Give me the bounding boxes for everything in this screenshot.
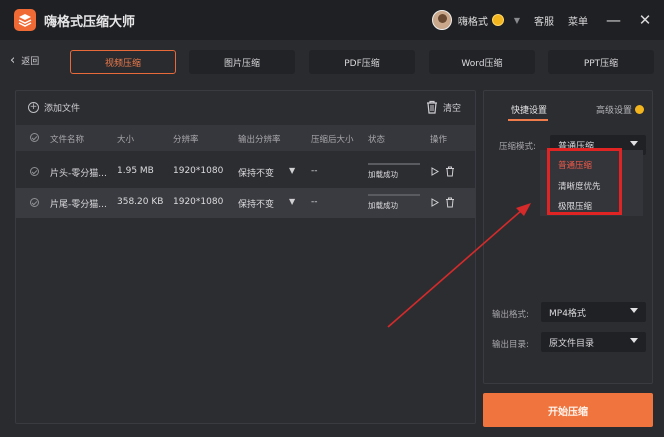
play-icon[interactable]	[431, 167, 439, 176]
compressed-size: --	[311, 166, 318, 176]
back-label: 返回	[21, 57, 40, 67]
trash-icon[interactable]	[445, 197, 455, 208]
play-icon[interactable]	[431, 198, 439, 207]
trash-icon[interactable]	[445, 166, 455, 177]
username[interactable]: 嗨格式	[458, 13, 488, 28]
highlight-box	[547, 148, 622, 215]
settings-tabs: 快捷设置 高级设置	[484, 91, 652, 123]
output-dir-value: 原文件目录	[549, 338, 595, 349]
tab-pdf-compress[interactable]: PDF压缩	[309, 50, 415, 74]
file-size: 358.20 KB	[117, 197, 164, 207]
status-text: 加载成功	[368, 170, 398, 179]
column-header-actions: 操作	[430, 135, 448, 145]
progress-bar	[368, 194, 420, 196]
plus-circle-icon: +	[28, 102, 39, 113]
compressed-size: --	[311, 197, 318, 207]
output-format-value: MP4格式	[549, 308, 586, 319]
file-size: 1.95 MB	[117, 166, 154, 176]
output-resolution-select[interactable]: 保持不变	[238, 166, 274, 179]
clear-label: 清空	[442, 103, 461, 114]
select-all-checkbox[interactable]	[30, 133, 39, 142]
file-resolution: 1920*1080	[173, 197, 224, 207]
column-header-size: 大小	[117, 135, 135, 145]
chevron-down-icon	[630, 338, 638, 343]
row-checkbox[interactable]	[30, 198, 39, 207]
customer-service-link[interactable]: 客服	[534, 13, 554, 28]
settings-panel: 快捷设置 高级设置 压缩模式: 普通压缩 输出格式: MP4格式 输出目录: 原…	[483, 90, 653, 384]
column-header-status: 状态	[368, 135, 386, 145]
chevron-down-icon[interactable]: ▼	[289, 197, 295, 206]
file-resolution: 1920*1080	[173, 166, 224, 176]
clear-button[interactable]: 清空	[425, 100, 461, 114]
chevron-down-icon[interactable]: ▼	[514, 16, 520, 25]
active-tab-underline	[508, 119, 548, 121]
compress-mode-label: 压缩模式:	[499, 142, 536, 152]
minimize-button[interactable]: —	[606, 11, 621, 29]
output-resolution-select[interactable]: 保持不变	[238, 197, 274, 210]
add-file-label: 添加文件	[44, 104, 81, 114]
nav-row: ‹ 返回 视频压缩 图片压缩 PDF压缩 Word压缩 PPT压缩	[0, 40, 664, 82]
chevron-down-icon	[630, 308, 638, 313]
start-compress-button[interactable]: 开始压缩	[483, 393, 653, 427]
tab-video-compress[interactable]: 视频压缩	[70, 50, 176, 74]
close-button[interactable]: ✕	[638, 11, 652, 29]
file-toolbar: + 添加文件 清空	[16, 91, 475, 123]
tab-advanced-settings[interactable]: 高级设置	[596, 103, 645, 116]
table-header: 文件名称 大小 分辨率 输出分辨率 压缩后大小 状态 操作	[16, 125, 475, 151]
trash-icon	[426, 100, 437, 114]
chevron-down-icon	[630, 141, 638, 146]
title-bar: 嗨格式压缩大师 嗨格式 ▼ 客服 菜单 — ✕	[0, 0, 664, 40]
app-title: 嗨格式压缩大师	[44, 14, 136, 30]
back-button[interactable]: ‹ 返回	[10, 54, 39, 67]
file-name: 片头-零分猫...	[50, 169, 107, 179]
column-header-resolution: 分辨率	[173, 135, 199, 145]
column-header-compressed-size: 压缩后大小	[311, 135, 354, 145]
avatar[interactable]	[431, 10, 452, 30]
tab-image-compress[interactable]: 图片压缩	[189, 50, 295, 74]
table-row[interactable]: 片头-零分猫... 1.95 MB 1920*1080 保持不变 ▼ -- 加载…	[16, 157, 475, 187]
file-list-panel: + 添加文件 清空 文件名称 大小 分辨率 输出分辨率 压缩后大小 状态 操作 …	[15, 90, 476, 424]
progress-bar	[368, 163, 420, 165]
menu-link[interactable]: 菜单	[568, 13, 588, 28]
column-header-filename: 文件名称	[50, 135, 85, 145]
output-format-select[interactable]: MP4格式	[541, 302, 646, 322]
column-header-output-resolution: 输出分辨率	[238, 135, 281, 145]
tab-word-compress[interactable]: Word压缩	[429, 50, 535, 74]
app-logo-icon	[14, 9, 36, 31]
row-checkbox[interactable]	[30, 167, 39, 176]
table-row[interactable]: 片尾-零分猫... 358.20 KB 1920*1080 保持不变 ▼ -- …	[16, 188, 475, 218]
output-format-label: 输出格式:	[492, 310, 529, 320]
file-name: 片尾-零分猫...	[50, 200, 107, 210]
advanced-settings-label: 高级设置	[596, 106, 633, 116]
add-file-button[interactable]: + 添加文件	[28, 101, 80, 114]
chevron-left-icon: ‹	[10, 53, 16, 68]
tab-quick-settings[interactable]: 快捷设置	[511, 103, 547, 116]
tab-ppt-compress[interactable]: PPT压缩	[548, 50, 654, 74]
output-dir-select[interactable]: 原文件目录	[541, 332, 646, 352]
vip-coin-icon	[635, 105, 645, 114]
vip-coin-icon	[491, 14, 504, 26]
output-dir-label: 输出目录:	[492, 340, 529, 350]
status-text: 加载成功	[368, 201, 398, 210]
chevron-down-icon[interactable]: ▼	[289, 166, 295, 175]
